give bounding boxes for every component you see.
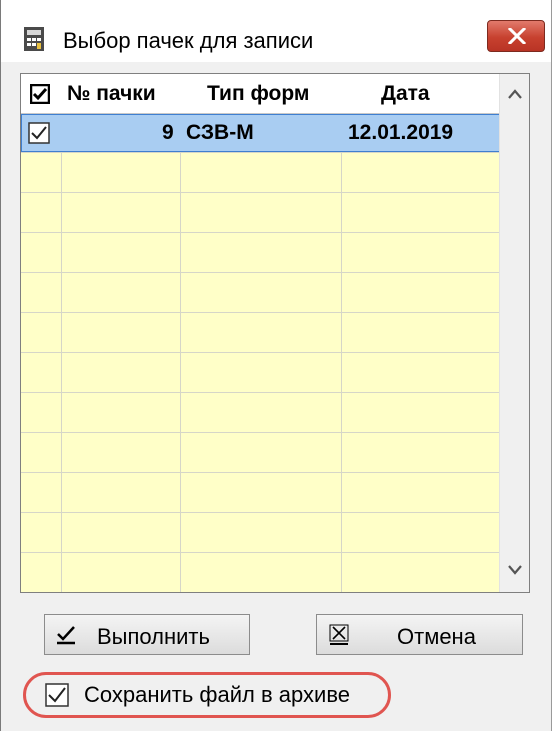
grid-line — [21, 392, 499, 393]
grid-line — [21, 152, 499, 153]
execute-button-label: Выполнить — [97, 624, 210, 649]
packs-table[interactable]: № пачки Тип форм Дата 9 СЗВ-М 12.01.2019 — [20, 73, 530, 593]
title-bar[interactable]: Выбор пачек для записи — [1, 0, 551, 62]
checkmark-icon — [57, 626, 75, 645]
archive-checkbox-label: Сохранить файл в архиве — [84, 682, 350, 707]
grid-line — [21, 472, 499, 473]
window-title: Выбор пачек для записи — [63, 28, 314, 53]
cell-date: 12.01.2019 — [348, 121, 454, 144]
table-row[interactable]: 9 СЗВ-М 12.01.2019 — [21, 114, 503, 152]
grid-line — [21, 232, 499, 233]
chevron-down-icon[interactable] — [507, 564, 523, 576]
row-checkbox[interactable] — [28, 122, 50, 144]
dialog-window: Выбор пачек для записи № пачки Тип форм … — [0, 0, 552, 731]
grid-line — [21, 272, 499, 273]
grid-line — [21, 352, 499, 353]
chevron-up-icon[interactable] — [507, 88, 523, 100]
grid-line — [21, 552, 499, 553]
cell-number: 9 — [162, 121, 174, 144]
execute-button[interactable]: Выполнить — [44, 614, 250, 655]
cancel-button-label: Отмена — [397, 624, 476, 649]
close-button[interactable] — [487, 20, 545, 52]
cell-form-type: СЗВ-М — [186, 121, 254, 144]
table-header: № пачки Тип форм Дата — [21, 74, 499, 114]
column-header-form-type[interactable]: Тип форм — [207, 74, 309, 114]
app-calculator-icon — [24, 27, 44, 51]
grid-line — [21, 312, 499, 313]
vertical-scrollbar[interactable] — [499, 74, 529, 592]
cross-box-icon — [329, 624, 349, 645]
archive-checkbox[interactable] — [45, 683, 69, 707]
column-header-date[interactable]: Дата — [381, 74, 430, 114]
cancel-button[interactable]: Отмена — [316, 614, 523, 655]
select-all-checkbox[interactable] — [30, 84, 50, 104]
archive-option[interactable]: Сохранить файл в архиве — [23, 672, 393, 718]
grid-line — [21, 432, 499, 433]
close-icon — [508, 28, 526, 44]
column-header-number[interactable]: № пачки — [67, 74, 156, 114]
grid-line — [21, 512, 499, 513]
grid-line — [21, 192, 499, 193]
